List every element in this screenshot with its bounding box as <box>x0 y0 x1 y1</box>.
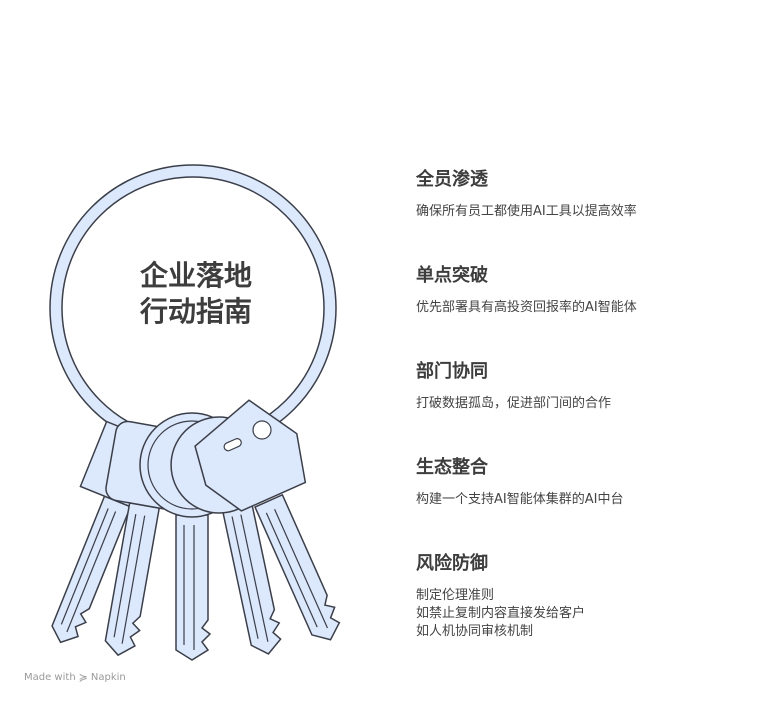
item-desc-line: 如禁止复制内容直接发给客户 <box>416 606 586 621</box>
item-title: 生态整合 <box>416 457 488 478</box>
napkin-brand: Napkin <box>90 672 126 683</box>
item-title: 全员渗透 <box>416 169 488 190</box>
item-desc: 确保所有员工都使用AI工具以提高效率 <box>416 204 637 219</box>
item-desc: 构建一个支持AI智能体集群的AI中台 <box>416 492 624 507</box>
item-risk-defense: 风险防御 制定伦理准则 如禁止复制内容直接发给客户 如人机协同审核机制 <box>416 552 746 641</box>
item-desc-line: 如人机协同审核机制 <box>416 624 534 639</box>
item-title: 单点突破 <box>416 265 488 286</box>
key-hole <box>252 420 272 440</box>
item-department-collaboration: 部门协同 打破数据孤岛，促进部门间的合作 <box>416 360 746 413</box>
item-title: 部门协同 <box>416 361 488 382</box>
napkin-logo-icon: ≽ <box>78 671 88 684</box>
item-ecosystem-integration: 生态整合 构建一个支持AI智能体集群的AI中台 <box>416 456 746 509</box>
item-desc: 优先部署具有高投资回报率的AI智能体 <box>416 300 637 315</box>
center-title-line-2: 行动指南 <box>139 295 252 328</box>
item-single-breakthrough: 单点突破 优先部署具有高投资回报率的AI智能体 <box>416 264 746 317</box>
center-title-line-1: 企业落地 <box>139 259 252 292</box>
item-title: 风险防御 <box>416 553 488 574</box>
item-desc-block: 制定伦理准则 如禁止复制内容直接发给客户 如人机协同审核机制 <box>416 587 746 641</box>
item-full-penetration: 全员渗透 确保所有员工都使用AI工具以提高效率 <box>416 168 746 221</box>
made-with-napkin: Made with ≽ Napkin <box>24 671 126 684</box>
made-with-label: Made with <box>24 672 76 683</box>
item-desc-line: 制定伦理准则 <box>416 588 495 603</box>
center-title: 企业落地 行动指南 <box>106 258 286 330</box>
item-desc: 打破数据孤岛，促进部门间的合作 <box>416 396 612 411</box>
